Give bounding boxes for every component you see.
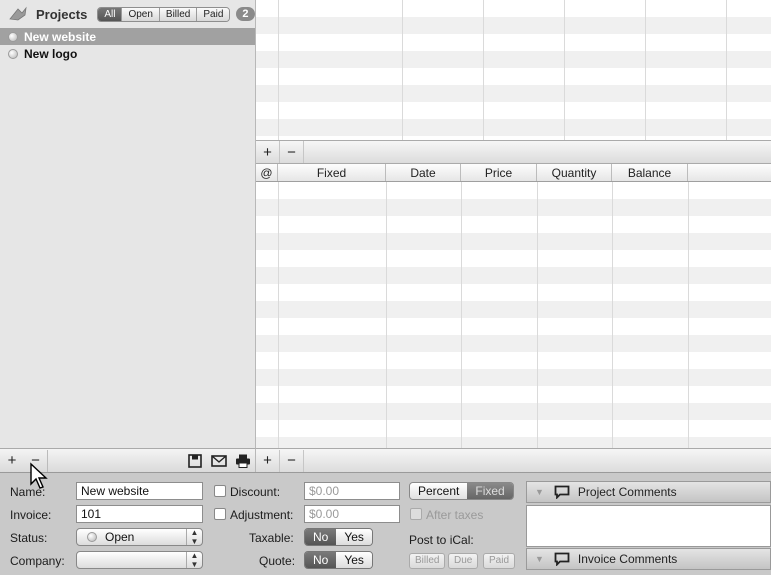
quote-toggle: No Yes <box>304 551 373 569</box>
add-project-button[interactable]: + <box>0 450 24 472</box>
payments-table <box>256 0 771 140</box>
speech-bubble-icon <box>554 485 570 500</box>
filter-open[interactable]: Open <box>122 7 160 21</box>
col-header-quantity[interactable]: Quantity <box>537 164 612 181</box>
invoice-label: Invoice: <box>10 508 52 522</box>
taxable-yes-button[interactable]: Yes <box>336 529 372 545</box>
project-item[interactable]: New logo <box>0 45 255 62</box>
ical-billed-button[interactable]: Billed <box>409 553 446 569</box>
project-name: New website <box>24 29 97 44</box>
remove-payment-button[interactable]: − <box>280 141 304 163</box>
mail-icon[interactable] <box>207 450 231 472</box>
col-header-price[interactable]: Price <box>461 164 537 181</box>
line-items-table: @ Fixed Date Price Quantity Balance <box>256 164 771 448</box>
adjustment-field[interactable]: $0.00 <box>304 505 400 523</box>
save-icon[interactable] <box>183 450 207 472</box>
popup-arrows-icon: ▲ ▼ <box>186 528 202 546</box>
project-details-form: Name: New website Invoice: 101 Status: O… <box>0 472 771 575</box>
project-name: New logo <box>24 46 78 61</box>
add-line-item-button[interactable]: + <box>256 449 280 472</box>
payments-toolbar: + − <box>256 140 771 164</box>
status-dot-icon <box>8 31 18 42</box>
filter-all[interactable]: All <box>98 7 123 21</box>
ical-due-button[interactable]: Due <box>448 553 479 569</box>
status-value: Open <box>105 530 135 544</box>
sidebar-toolbar: + − <box>0 448 256 472</box>
add-payment-button[interactable]: + <box>256 141 280 163</box>
speech-bubble-icon <box>554 552 570 567</box>
col-header-balance[interactable]: Balance <box>612 164 688 181</box>
col-header-at[interactable]: @ <box>256 164 278 181</box>
disclosure-triangle-icon: ▼ <box>535 554 544 564</box>
remove-project-button[interactable]: − <box>24 449 48 472</box>
status-label: Status: <box>10 531 48 545</box>
adjustment-checkbox[interactable] <box>214 508 226 520</box>
taxable-label: Taxable: <box>249 531 294 545</box>
after-taxes-checkbox[interactable] <box>410 508 422 520</box>
project-filter: All Open Billed Paid <box>97 6 231 22</box>
name-field[interactable]: New website <box>76 482 203 500</box>
adjustment-label: Adjustment: <box>230 508 294 522</box>
invoice-comments-label: Invoice Comments <box>577 552 678 566</box>
col-header-fixed[interactable]: Fixed <box>278 164 386 181</box>
invoice-comments-header[interactable]: ▼ Invoice Comments <box>526 548 771 570</box>
filter-billed[interactable]: Billed <box>159 7 198 21</box>
project-comments-textarea[interactable] <box>526 505 771 547</box>
sidebar-title: Projects <box>36 6 88 22</box>
projects-sidebar: Projects All Open Billed Paid 2 New webs… <box>0 0 256 448</box>
post-ical-label: Post to iCal: <box>409 533 474 547</box>
print-icon[interactable] <box>231 450 255 472</box>
after-taxes-label: After taxes <box>426 508 484 522</box>
status-popup[interactable]: Open ▲ ▼ <box>76 528 203 546</box>
disclosure-triangle-icon: ▼ <box>535 487 544 497</box>
quote-no-button[interactable]: No <box>305 552 337 568</box>
projects-logo-icon <box>8 6 28 22</box>
discount-field[interactable]: $0.00 <box>304 482 400 500</box>
line-items-header: @ Fixed Date Price Quantity Balance <box>256 164 771 182</box>
company-popup[interactable]: ▲ ▼ <box>76 551 203 569</box>
project-count-badge: 2 <box>236 7 255 21</box>
quote-yes-button[interactable]: Yes <box>336 552 372 568</box>
ical-paid-button[interactable]: Paid <box>483 553 516 569</box>
remove-line-item-button[interactable]: − <box>280 449 304 472</box>
discount-type-toggle: Percent Fixed <box>409 482 514 500</box>
name-label: Name: <box>10 485 46 499</box>
project-item[interactable]: New website <box>0 28 255 45</box>
invoice-field[interactable]: 101 <box>76 505 203 523</box>
company-label: Company: <box>10 554 65 568</box>
line-items-body <box>256 182 771 448</box>
percent-button[interactable]: Percent <box>410 483 468 499</box>
discount-label: Discount: <box>230 485 281 499</box>
quote-label: Quote: <box>259 554 296 568</box>
sidebar-header: Projects All Open Billed Paid 2 <box>0 0 255 28</box>
fixed-button[interactable]: Fixed <box>467 483 513 499</box>
discount-checkbox[interactable] <box>214 485 226 497</box>
filter-paid[interactable]: Paid <box>197 7 230 21</box>
project-comments-header[interactable]: ▼ Project Comments <box>526 481 771 503</box>
status-dot-icon <box>8 48 18 59</box>
popup-arrows-icon: ▲ ▼ <box>186 551 202 569</box>
col-header-date[interactable]: Date <box>386 164 461 181</box>
taxable-no-button[interactable]: No <box>305 529 337 545</box>
project-comments-label: Project Comments <box>577 485 677 499</box>
line-items-toolbar: + − <box>256 448 771 472</box>
taxable-toggle: No Yes <box>304 528 373 546</box>
status-dot-icon <box>87 532 97 542</box>
